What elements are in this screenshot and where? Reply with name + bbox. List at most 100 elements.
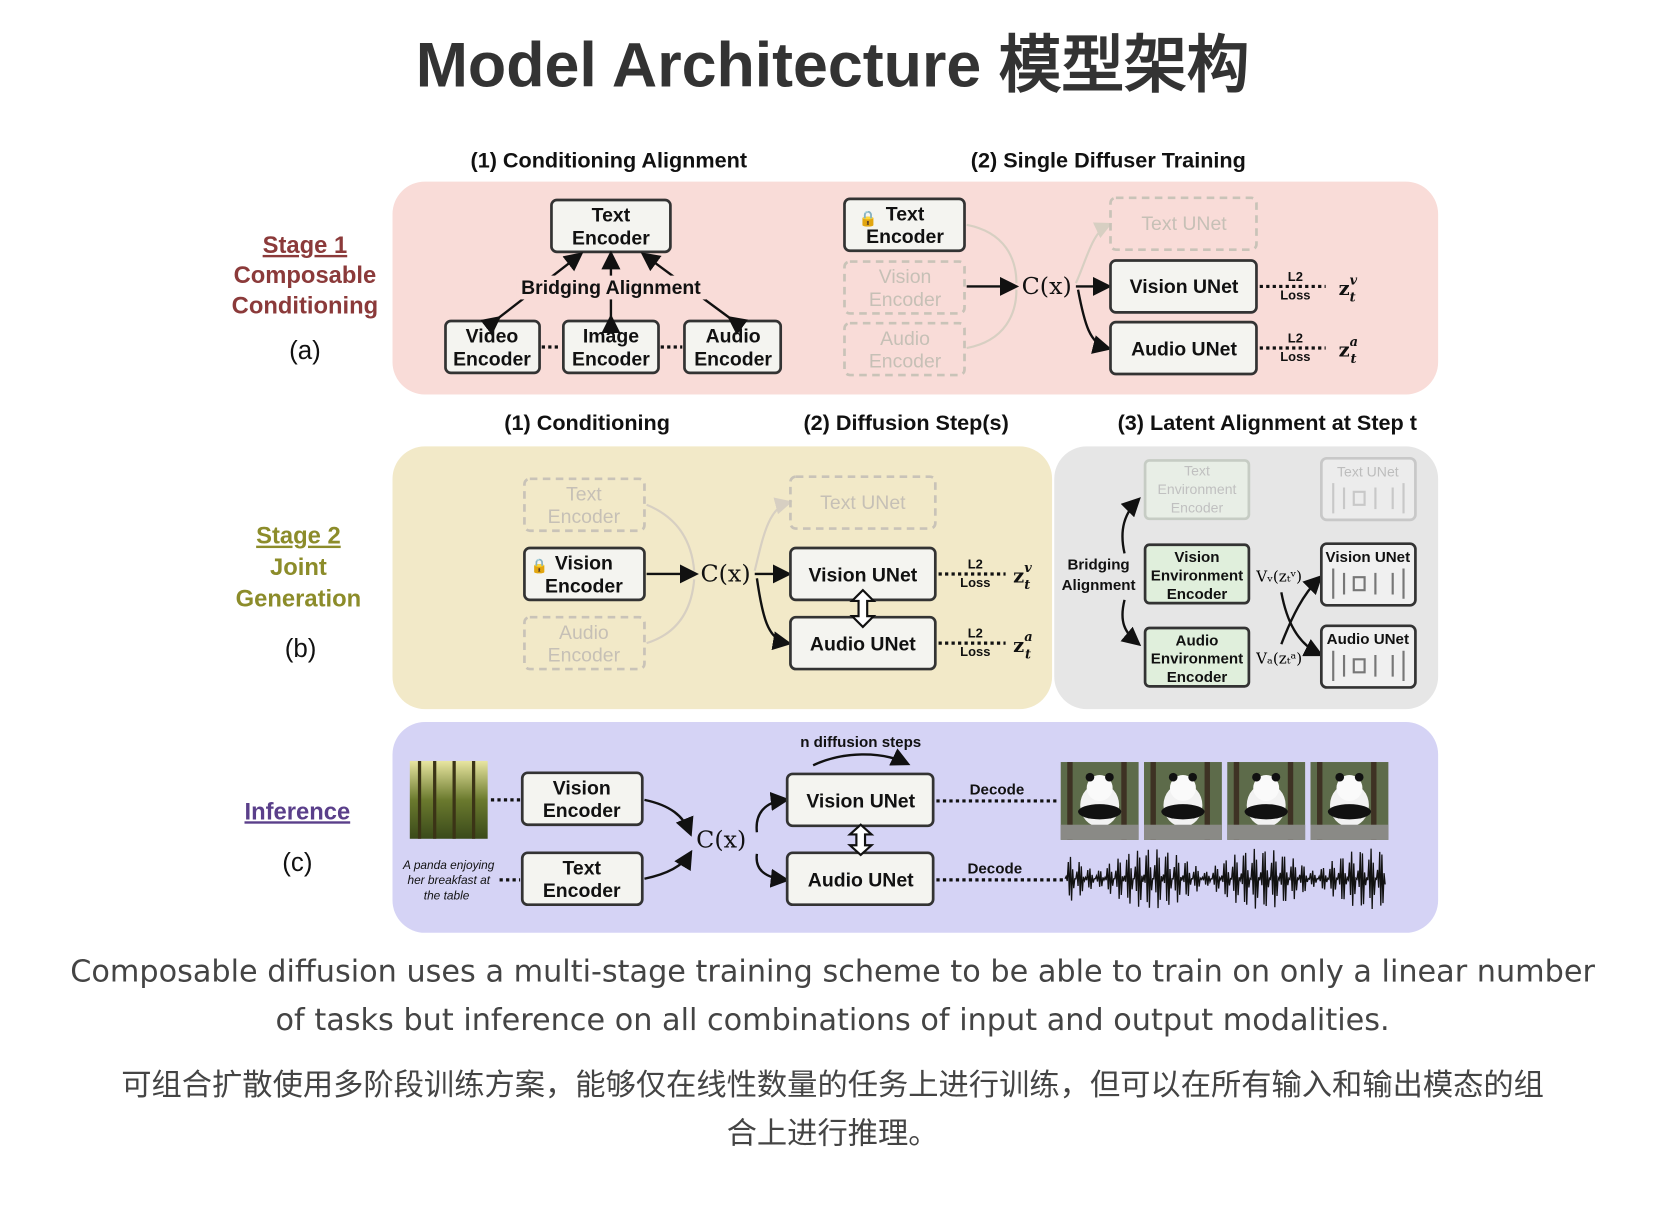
caption-en-line2: of tasks but inference on all combinatio… bbox=[276, 1003, 1390, 1038]
audio-unet-box: Audio UNet bbox=[1109, 320, 1258, 376]
header-conditioning-alignment: (1) Conditioning Alignment bbox=[470, 148, 747, 173]
svg-text:Encoder: Encoder bbox=[1167, 669, 1228, 686]
vision-unet-box: Vision UNet bbox=[1109, 259, 1258, 314]
svg-text:Loss: Loss bbox=[1280, 349, 1310, 364]
svg-text:L2: L2 bbox=[1288, 269, 1303, 284]
forest-image bbox=[409, 760, 488, 839]
caption-zh-line1: 可组合扩散使用多阶段训练方案，能够仅在线性数量的任务上进行训练，但可以在所有输入… bbox=[121, 1068, 1544, 1103]
vision-env-encoder: VisionEnvironment Encoder bbox=[1143, 543, 1251, 605]
svg-text:A panda enjoying: A panda enjoying bbox=[402, 858, 495, 872]
svg-text:Text: Text bbox=[566, 483, 602, 505]
audio-encoder-box: AudioEncoder bbox=[683, 319, 783, 375]
lock-icon: 🔒 bbox=[859, 211, 878, 228]
svg-text:Text: Text bbox=[1184, 463, 1210, 479]
svg-text:Vision: Vision bbox=[879, 266, 932, 288]
header-conditioning: (1) Conditioning bbox=[504, 410, 670, 435]
audio-unet-box: Audio UNet bbox=[785, 851, 935, 907]
caption-zh-line2: 合上进行推理。 bbox=[727, 1117, 939, 1152]
cx-label: C(x) bbox=[1022, 272, 1072, 300]
svg-text:Encoder: Encoder bbox=[543, 800, 621, 822]
stage2-line2: Joint bbox=[270, 554, 327, 581]
va-label: Vₐ(zₜᵃ) bbox=[1255, 650, 1302, 668]
stage1-line2: Composable bbox=[234, 262, 377, 289]
inference-link[interactable]: Inference bbox=[245, 798, 351, 825]
svg-text:Audio UNet: Audio UNet bbox=[1327, 631, 1409, 648]
svg-text:Encoder: Encoder bbox=[548, 506, 621, 528]
panda-frame bbox=[1060, 762, 1139, 840]
svg-text:Encoder: Encoder bbox=[866, 226, 944, 248]
panda-frame bbox=[1310, 762, 1389, 840]
svg-text:her breakfast at: her breakfast at bbox=[407, 873, 490, 887]
header-single-diffuser: (2) Single Diffuser Training bbox=[971, 148, 1246, 173]
vision-unet-box: Vision UNet bbox=[1319, 542, 1417, 607]
svg-text:Audio: Audio bbox=[706, 326, 761, 348]
svg-text:Vision: Vision bbox=[553, 777, 611, 799]
svg-text:Loss: Loss bbox=[960, 644, 990, 659]
cx-label: C(x) bbox=[696, 825, 746, 853]
decode-label: Decode bbox=[967, 860, 1022, 877]
stage2-link[interactable]: Stage 2 bbox=[256, 523, 341, 550]
svg-text:Encoder: Encoder bbox=[453, 348, 531, 370]
svg-text:Audio: Audio bbox=[559, 622, 609, 644]
text-encoder-box: TextEncoder bbox=[550, 198, 672, 254]
svg-text:Text: Text bbox=[886, 204, 925, 226]
cx-label: C(x) bbox=[700, 560, 750, 588]
svg-text:L2: L2 bbox=[968, 557, 983, 572]
text-encoder-box: TextEncoder bbox=[520, 851, 644, 907]
stage1-tag: (a) bbox=[289, 337, 321, 365]
svg-text:Environment: Environment bbox=[1158, 481, 1237, 497]
page-title: Model Architecture 模型架构 bbox=[416, 30, 1250, 100]
svg-text:Audio: Audio bbox=[1176, 632, 1219, 649]
svg-text:Text: Text bbox=[592, 205, 631, 227]
svg-text:L2: L2 bbox=[968, 626, 983, 641]
stage1-link[interactable]: Stage 1 bbox=[263, 232, 348, 259]
n-diffusion-steps-label: n diffusion steps bbox=[800, 734, 921, 751]
stage2-tag: (b) bbox=[285, 635, 317, 663]
stage2-line3: Generation bbox=[236, 585, 361, 612]
svg-text:Audio: Audio bbox=[880, 328, 930, 350]
svg-text:Encoder: Encoder bbox=[548, 645, 621, 667]
audio-unet-box: Audio UNet bbox=[1319, 624, 1417, 689]
header-diffusion-steps: (2) Diffusion Step(s) bbox=[803, 410, 1008, 435]
caption-en-line1: Composable diffusion uses a multi-stage … bbox=[70, 954, 1595, 989]
svg-text:Text UNet: Text UNet bbox=[820, 492, 906, 514]
svg-text:Encoder: Encoder bbox=[869, 351, 942, 373]
svg-text:Environment: Environment bbox=[1151, 651, 1243, 668]
svg-text:Vision: Vision bbox=[1174, 549, 1219, 566]
text-encoder-locked: 🔒 TextEncoder bbox=[843, 197, 966, 253]
svg-text:Vision: Vision bbox=[555, 553, 613, 575]
svg-text:Audio UNet: Audio UNet bbox=[808, 869, 914, 891]
svg-text:Vision UNet: Vision UNet bbox=[808, 565, 917, 587]
svg-text:L2: L2 bbox=[1288, 331, 1303, 346]
stage1-line3: Conditioning bbox=[232, 292, 379, 319]
svg-text:Audio UNet: Audio UNet bbox=[1131, 339, 1237, 361]
audio-env-encoder: Audio EnvironmentEncoder bbox=[1143, 626, 1251, 688]
svg-text:Text UNet: Text UNet bbox=[1141, 213, 1227, 235]
panda-frame bbox=[1227, 762, 1306, 840]
page: Model Architecture 模型架构 (1) Conditioning… bbox=[70, 30, 1595, 1152]
vv-label: Vᵥ(zₜᵛ) bbox=[1255, 568, 1302, 586]
text-env-encoder-faded: Text Environment Encoder bbox=[1143, 459, 1251, 521]
panda-frame bbox=[1144, 762, 1222, 840]
bridging-alignment-label: Bridging Alignment bbox=[521, 277, 701, 299]
inference-tag: (c) bbox=[282, 849, 312, 877]
svg-text:Loss: Loss bbox=[960, 575, 990, 590]
svg-text:Environment: Environment bbox=[1151, 567, 1243, 584]
svg-text:Image: Image bbox=[583, 326, 639, 348]
svg-text:Audio UNet: Audio UNet bbox=[810, 634, 916, 656]
svg-text:Encoder: Encoder bbox=[1171, 499, 1224, 515]
svg-text:the table: the table bbox=[424, 888, 470, 902]
svg-text:Video: Video bbox=[466, 326, 519, 348]
lock-icon: 🔒 bbox=[531, 558, 549, 575]
decode-label: Decode bbox=[970, 781, 1025, 798]
svg-text:Encoder: Encoder bbox=[545, 575, 623, 597]
image-encoder-box: ImageEncoder bbox=[562, 319, 660, 375]
svg-text:Alignment: Alignment bbox=[1062, 577, 1136, 594]
vision-unet-box: Vision UNet bbox=[785, 772, 935, 828]
svg-text:Encoder: Encoder bbox=[694, 348, 772, 370]
svg-text:Text UNet: Text UNet bbox=[1337, 464, 1399, 480]
svg-text:Encoder: Encoder bbox=[572, 348, 650, 370]
text-unet-faded: Text UNet bbox=[1319, 456, 1417, 522]
svg-text:Encoder: Encoder bbox=[572, 227, 650, 249]
vision-encoder-box: VisionEncoder bbox=[520, 771, 644, 827]
